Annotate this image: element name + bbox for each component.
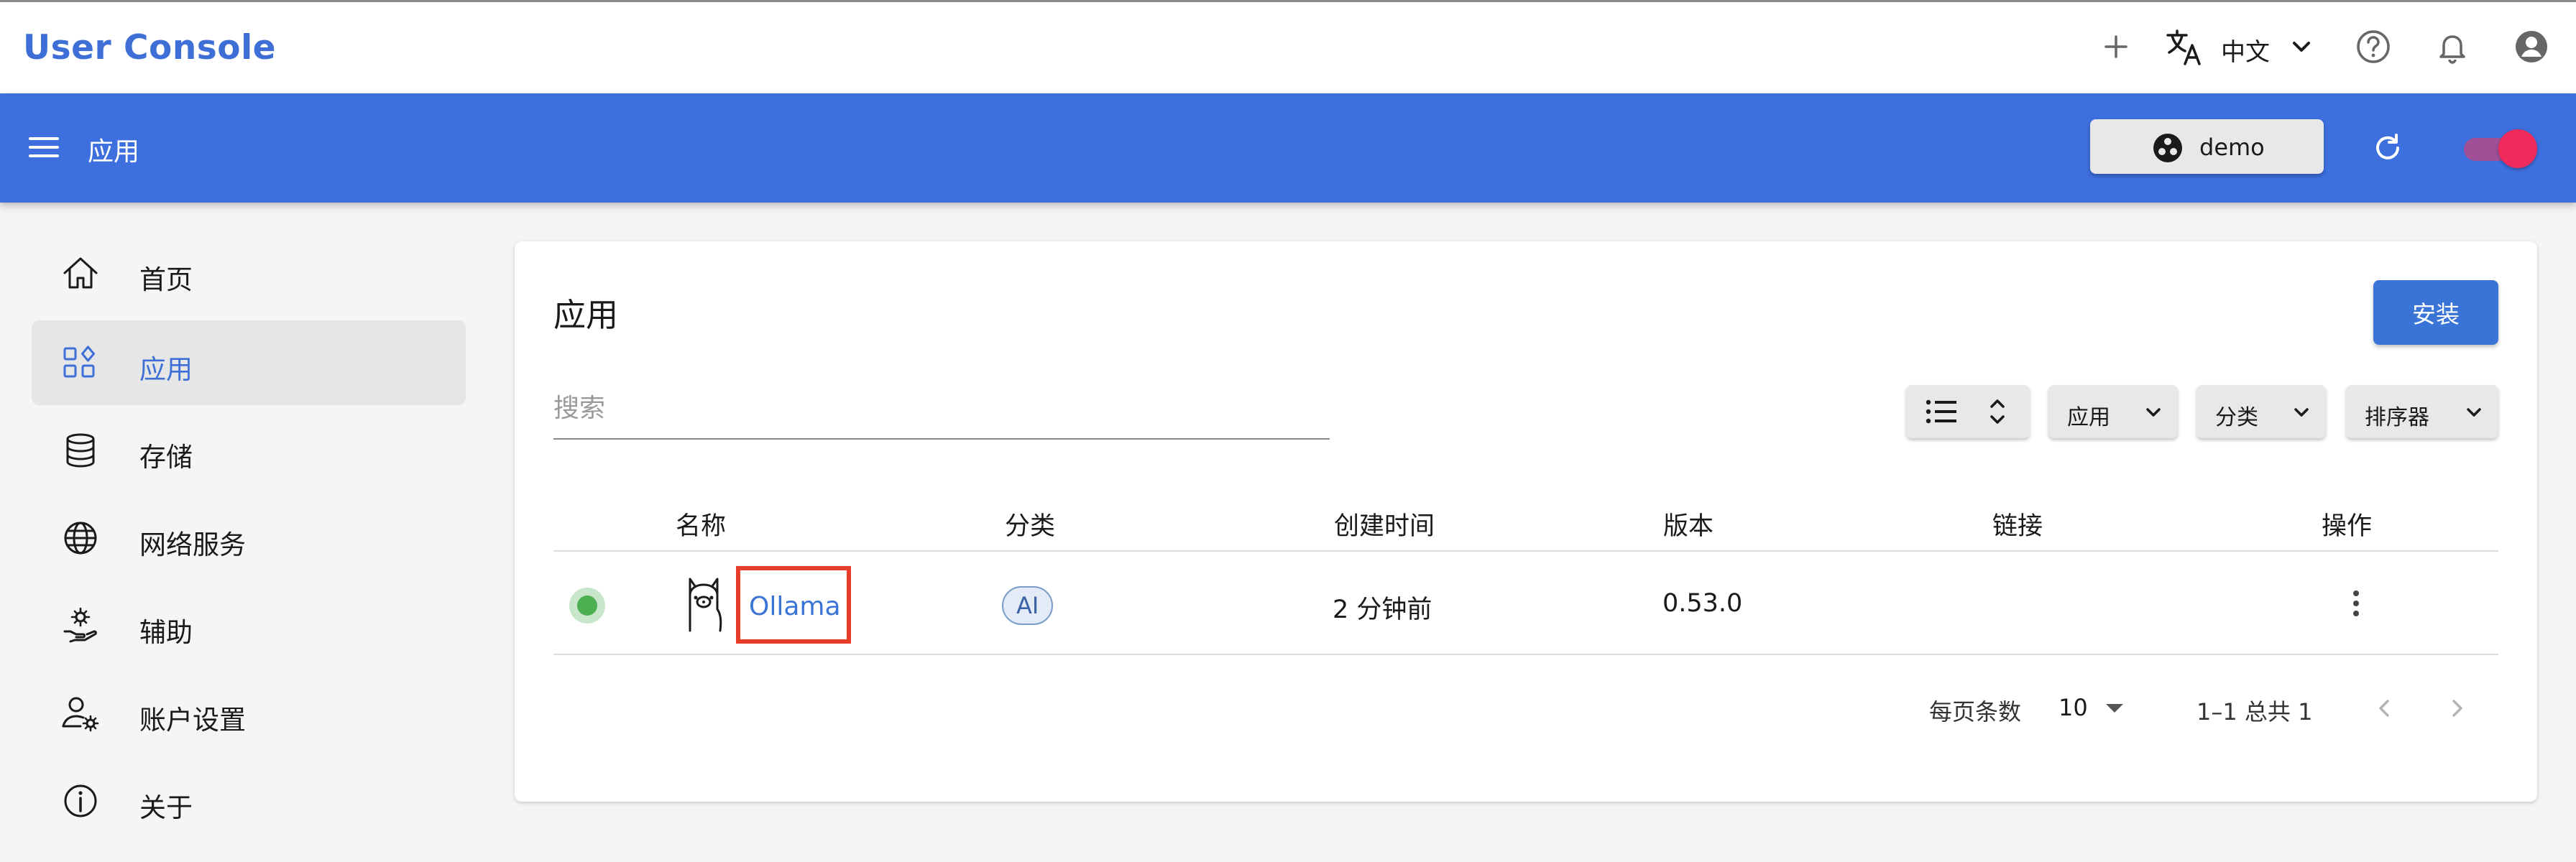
search-input[interactable] [553, 378, 1330, 438]
category-filter-label: 分类 [2215, 405, 2258, 430]
ollama-logo-icon [680, 573, 727, 634]
sorter-dropdown[interactable]: 排序器 [2346, 385, 2498, 438]
chevron-down-icon [2290, 401, 2313, 424]
bell-icon[interactable] [2429, 24, 2475, 70]
sidebar-item-label: 存储 [139, 442, 193, 473]
toggle-knob [2498, 129, 2537, 168]
chevron-down-icon [2462, 401, 2485, 424]
chevron-down-icon[interactable] [2278, 24, 2324, 70]
table-row: Ollama AI 2 分钟前 0.53.0 [553, 552, 2498, 655]
unfold-icon [1987, 395, 2008, 428]
sidebar-item-label: 辅助 [139, 617, 193, 648]
user-gear-icon [60, 693, 101, 733]
home-icon [60, 253, 101, 293]
list-icon [1925, 397, 1958, 427]
sidebar: 首页 应用 存储 网络服务 辅助 账户设置 关于 [0, 203, 489, 862]
sidebar-item-label: 关于 [139, 792, 193, 823]
column-header-actions: 操作 [2322, 512, 2373, 541]
plus-icon[interactable] [2093, 24, 2139, 70]
column-header-created[interactable]: 创建时间 [1334, 506, 1435, 542]
environment-button[interactable]: demo [2090, 119, 2324, 174]
app-filter-dropdown[interactable]: 应用 [2048, 385, 2178, 438]
category-filter-dropdown[interactable]: 分类 [2196, 385, 2326, 438]
caret-down-icon [2106, 704, 2123, 713]
column-header-category[interactable]: 分类 [1005, 506, 1055, 542]
sidebar-item-label: 首页 [139, 264, 193, 295]
search-field[interactable] [553, 378, 1330, 440]
appbar-title: 应用 [88, 137, 140, 167]
sidebar-item-label: 应用 [139, 354, 193, 385]
translate-icon[interactable] [2162, 24, 2208, 70]
environment-icon [2152, 132, 2184, 164]
sidebar-item-home[interactable]: 首页 [32, 231, 466, 315]
sidebar-item-label: 账户设置 [139, 705, 246, 736]
top-bar: User Console 中文 [0, 0, 2576, 93]
language-label[interactable]: 中文 [2221, 32, 2270, 68]
apps-card: 应用 安装 应用 分类 排序器 名称 [515, 241, 2537, 802]
environment-label: demo [2199, 134, 2265, 161]
app-bar: 应用 demo [0, 93, 2576, 203]
page-title: 应用 [553, 296, 619, 334]
category-chip: AI [1002, 586, 1054, 625]
account-icon[interactable] [2508, 24, 2554, 70]
apps-icon [60, 343, 101, 383]
sidebar-item-about[interactable]: 关于 [32, 759, 466, 843]
sidebar-item-apps[interactable]: 应用 [32, 320, 466, 405]
more-actions-icon[interactable] [2336, 583, 2376, 624]
previous-page-icon[interactable] [2363, 687, 2406, 730]
column-header-name[interactable]: 名称 [676, 506, 726, 542]
refresh-icon[interactable] [2369, 129, 2406, 167]
version-value: 0.53.0 [1662, 589, 1743, 618]
created-time: 2 分钟前 [1333, 595, 1432, 624]
app-name-link[interactable]: Ollama [749, 592, 841, 621]
sorter-label: 排序器 [2365, 405, 2429, 430]
globe-icon [60, 518, 101, 558]
menu-icon[interactable] [26, 129, 62, 165]
view-mode-button[interactable] [1906, 385, 2030, 438]
app-filter-label: 应用 [2067, 405, 2110, 430]
sidebar-item-account[interactable]: 账户设置 [32, 671, 466, 756]
help-icon[interactable] [2350, 24, 2396, 70]
sidebar-item-network[interactable]: 网络服务 [32, 496, 466, 580]
status-running-indicator [569, 588, 605, 624]
highlighted-app-name: Ollama [736, 566, 851, 644]
rows-per-page-select[interactable]: 10 [2058, 688, 2138, 728]
hand-gear-icon [60, 606, 101, 646]
sidebar-item-label: 网络服务 [139, 529, 246, 560]
column-header-link: 链接 [1992, 512, 2043, 541]
pagination-range: 1–1 总共 1 [2196, 698, 2313, 726]
chevron-down-icon [2142, 401, 2165, 424]
rows-per-page-value: 10 [2058, 694, 2088, 721]
rows-per-page-label: 每页条数 [1929, 698, 2022, 726]
brand-title[interactable]: User Console [23, 28, 276, 68]
next-page-icon[interactable] [2435, 687, 2478, 730]
column-header-version[interactable]: 版本 [1663, 506, 1714, 542]
table-header: 名称 分类 创建时间 版本 链接 操作 [553, 491, 2498, 552]
theme-toggle[interactable] [2461, 129, 2539, 168]
sidebar-item-storage[interactable]: 存储 [32, 408, 466, 493]
install-button[interactable]: 安装 [2373, 280, 2498, 345]
database-icon [60, 430, 101, 471]
sidebar-item-assist[interactable]: 辅助 [32, 583, 466, 668]
info-icon [60, 781, 101, 821]
